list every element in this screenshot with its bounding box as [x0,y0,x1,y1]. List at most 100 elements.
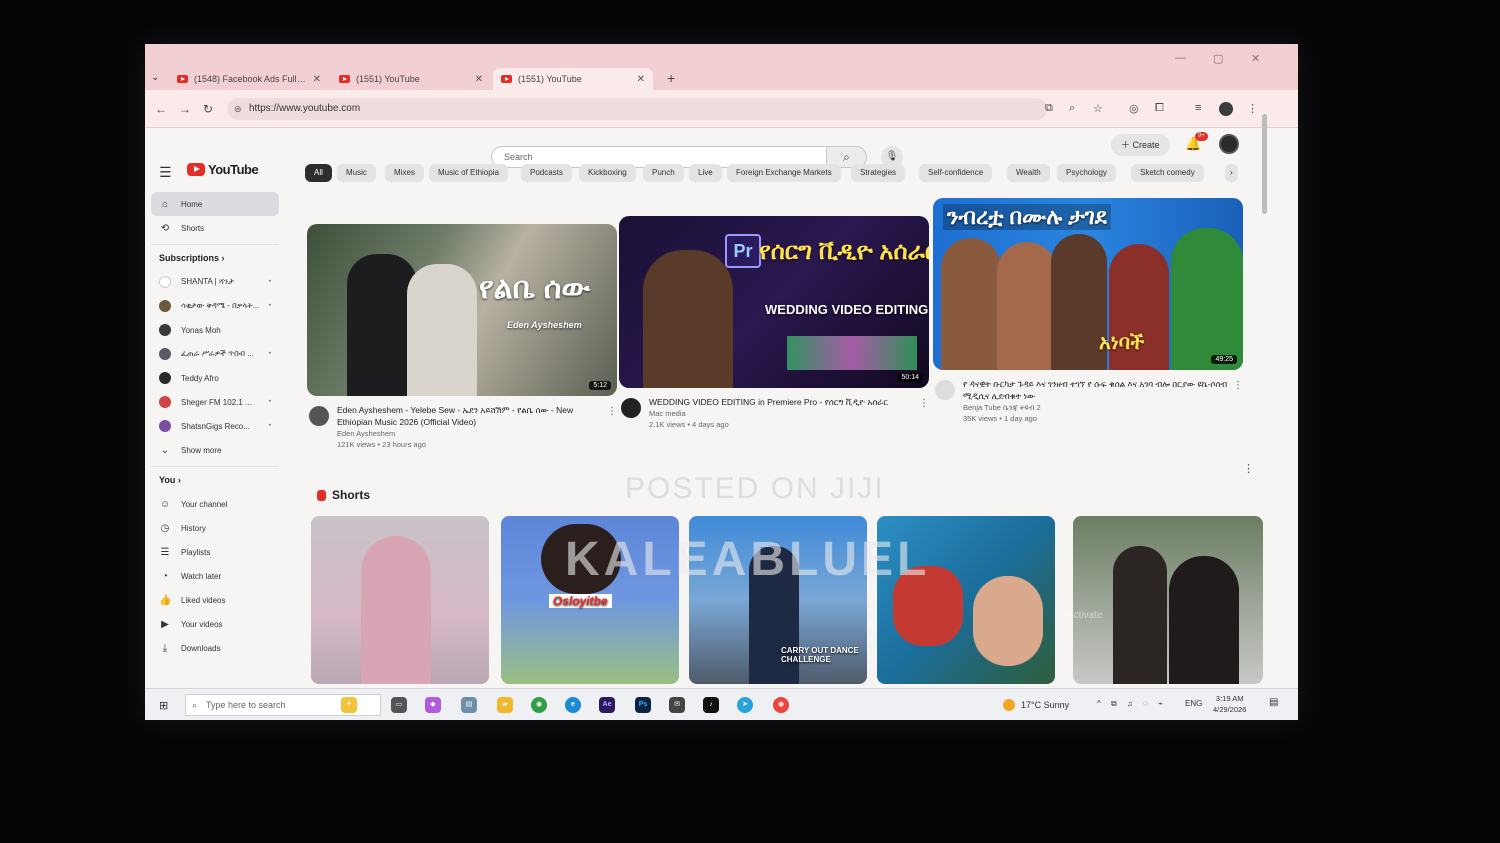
chip-wealth[interactable]: Wealth [1007,164,1050,182]
sidebar-item-subscription[interactable]: Yonas Moh [151,318,279,342]
chip-live[interactable]: Live [689,164,722,182]
video-thumbnail[interactable]: ንብረቷ በሙሉ ታገደ አነባች 49:25 [933,198,1243,370]
profile-avatar[interactable] [1219,102,1233,116]
sidebar-item-subscription[interactable]: ሳቂታው ቅዳሜ - በቃላት... • [151,294,279,318]
video-title[interactable]: የ ዳናዊት ቡርካታ ጉዳይ እና ገንዘብ ተገኘ የ ሱፍ ቁሰል እና … [963,378,1229,402]
chip-kickboxing[interactable]: Kickboxing [579,164,636,182]
shorts-more-options-icon[interactable]: ⋮ [1243,462,1254,475]
photoshop-icon[interactable]: Ps [635,697,651,713]
window-close-icon[interactable]: ✕ [1251,52,1260,65]
short-thumbnail[interactable] [1073,516,1263,684]
more-options-icon[interactable]: ⋮ [919,398,929,409]
sidebar-item-home[interactable]: ⌂ Home [151,192,279,216]
tiktok-icon[interactable]: ♪ [703,697,719,713]
hamburger-menu-icon[interactable]: ☰ [159,164,172,181]
language-indicator[interactable]: ENG [1185,699,1202,708]
channel-name[interactable]: Benja Tube ቤንጃ ትዩብ 2 [963,402,1229,413]
cast-icon[interactable]: ⧉ [1045,102,1053,115]
sidebar-item-downloads[interactable]: ⤓ Downloads [151,636,279,660]
site-info-icon[interactable]: ⊜ [234,98,242,120]
copilot-sparkle-icon[interactable]: ✦ [341,697,357,713]
new-tab-plus-icon[interactable]: + [667,70,675,86]
page-scrollbar[interactable] [1262,114,1267,214]
browser-tab-active[interactable]: (1551) YouTube ✕ [493,68,653,90]
sidebar-item-history[interactable]: ◷ History [151,516,279,540]
chip-mixes[interactable]: Mixes [385,164,424,182]
chrome-profile-icon[interactable]: ◉ [773,697,789,713]
account-avatar[interactable] [1219,134,1239,154]
back-arrow-icon[interactable]: ← [155,102,167,116]
sidebar-item-shorts[interactable]: ⟲ Shorts [151,216,279,240]
short-thumbnail[interactable] [311,516,489,684]
sidebar-item-show-more[interactable]: ⌄ Show more [151,438,279,462]
chip-all[interactable]: All [305,164,332,182]
bookmark-star-icon[interactable]: ☆ [1093,102,1103,115]
chip-music[interactable]: Music [337,164,376,182]
chip-self-confidence[interactable]: Self-confidence [919,164,993,182]
video-card[interactable]: Pr የሰርግ ቪዲዮ አሰራር WEDDING VIDEO EDITING 5… [619,216,929,430]
mail-icon[interactable]: ✉ [669,697,685,713]
tab-search-icon[interactable]: ≡ [1195,102,1201,114]
video-title[interactable]: WEDDING VIDEO EDITING in Premiere Pro - … [649,396,915,408]
channel-avatar[interactable] [935,380,955,400]
sidebar-item-playlists[interactable]: ☰ Playlists [151,540,279,564]
extension-icon[interactable]: ◎ [1129,102,1139,115]
sidebar-item-subscription[interactable]: Sheger FM 102.1 ... • [151,390,279,414]
video-thumbnail[interactable]: Pr የሰርግ ቪዲዮ አሰራር WEDDING VIDEO EDITING 5… [619,216,929,388]
maximize-icon[interactable]: ▢ [1213,52,1223,65]
reload-icon[interactable]: ↻ [203,102,213,116]
close-icon[interactable]: ✕ [313,74,321,85]
video-thumbnail[interactable]: የልቤ ሰው Eden Aysheshem 5:12 [307,224,617,396]
file-explorer-icon[interactable]: ▰ [497,697,513,713]
channel-name[interactable]: Eden Aysheshem [337,428,603,439]
chrome-icon[interactable]: ◉ [531,697,547,713]
sidebar-item-watch-later[interactable]: ◔ Watch later [151,564,279,588]
channel-avatar[interactable] [621,398,641,418]
video-title[interactable]: Eden Aysheshem - Yelebe Sew - ኤደን አይሸሽም … [337,404,603,428]
chips-next-chevron-icon[interactable]: › [1225,164,1238,182]
puzzle-icon[interactable]: ⧠ [1155,102,1164,115]
widgets-icon[interactable]: ▤ [461,697,477,713]
sidebar-item-subscription[interactable]: ShatsnGigs Reco... • [151,414,279,438]
channel-avatar[interactable] [309,406,329,426]
clock[interactable]: 3:19 AM 4/29/2026 [1213,693,1246,715]
tab-search-chevron-icon[interactable]: ⌄ [151,72,159,83]
system-tray-icons[interactable]: ^ ⧉ ♫ ◌ ⌁ [1097,699,1167,709]
browser-tab[interactable]: (1548) Facebook Ads Full Cours ✕ [169,68,329,90]
sidebar-item-your-videos[interactable]: ▶ Your videos [151,612,279,636]
chip-psychology[interactable]: Psychology [1057,164,1116,182]
weather-widget[interactable]: 17°C Sunny [1003,699,1069,711]
video-card[interactable]: የልቤ ሰው Eden Aysheshem 5:12 Eden Aysheshe… [307,224,617,450]
sidebar-item-subscription[interactable]: SHANTA | ሻንታ • [151,270,279,294]
sidebar-item-liked-videos[interactable]: 👍 Liked videos [151,588,279,612]
notification-center-icon[interactable]: ▤ [1269,697,1278,708]
chip-music-of-ethiopia[interactable]: Music of Ethiopia [429,164,508,182]
url-input[interactable]: ⊜ https://www.youtube.com [227,98,1047,120]
video-card[interactable]: ንብረቷ በሙሉ ታገደ አነባች 49:25 የ ዳናዊት ቡርካታ ጉዳይ … [933,198,1243,424]
more-options-icon[interactable]: ⋮ [607,406,617,417]
close-icon[interactable]: ✕ [475,74,483,85]
after-effects-icon[interactable]: Ae [599,697,615,713]
chip-sketch-comedy[interactable]: Sketch comedy [1131,164,1204,182]
task-view-icon[interactable]: ▭ [391,697,407,713]
forward-arrow-icon[interactable]: → [179,102,191,116]
chip-podcasts[interactable]: Podcasts [521,164,572,182]
youtube-logo[interactable]: YouTube [187,162,259,177]
chip-forex[interactable]: Foreign Exchange Markets [727,164,841,182]
subscriptions-heading[interactable]: Subscriptions › [151,244,279,270]
browser-tab[interactable]: (1551) YouTube ✕ [331,68,491,90]
close-icon[interactable]: ✕ [637,74,645,85]
channel-name[interactable]: Mac media [649,408,915,419]
zoom-icon[interactable]: ⌕ [1069,102,1075,115]
telegram-icon[interactable]: ➤ [737,697,753,713]
sidebar-item-your-channel[interactable]: ☺ Your channel [151,492,279,516]
create-button[interactable]: ＋ Create [1111,134,1170,156]
menu-dots-icon[interactable]: ⋮ [1247,102,1258,115]
you-heading[interactable]: You › [151,466,279,492]
more-options-icon[interactable]: ⋮ [1233,380,1243,391]
edge-icon[interactable]: e [565,697,581,713]
sidebar-item-subscription[interactable]: ፈጠራ ሥራዎች ጥበብ ... • [151,342,279,366]
sidebar-item-subscription[interactable]: Teddy Afro [151,366,279,390]
chip-strategies[interactable]: Strategies [851,164,906,182]
chip-punch[interactable]: Punch [643,164,684,182]
